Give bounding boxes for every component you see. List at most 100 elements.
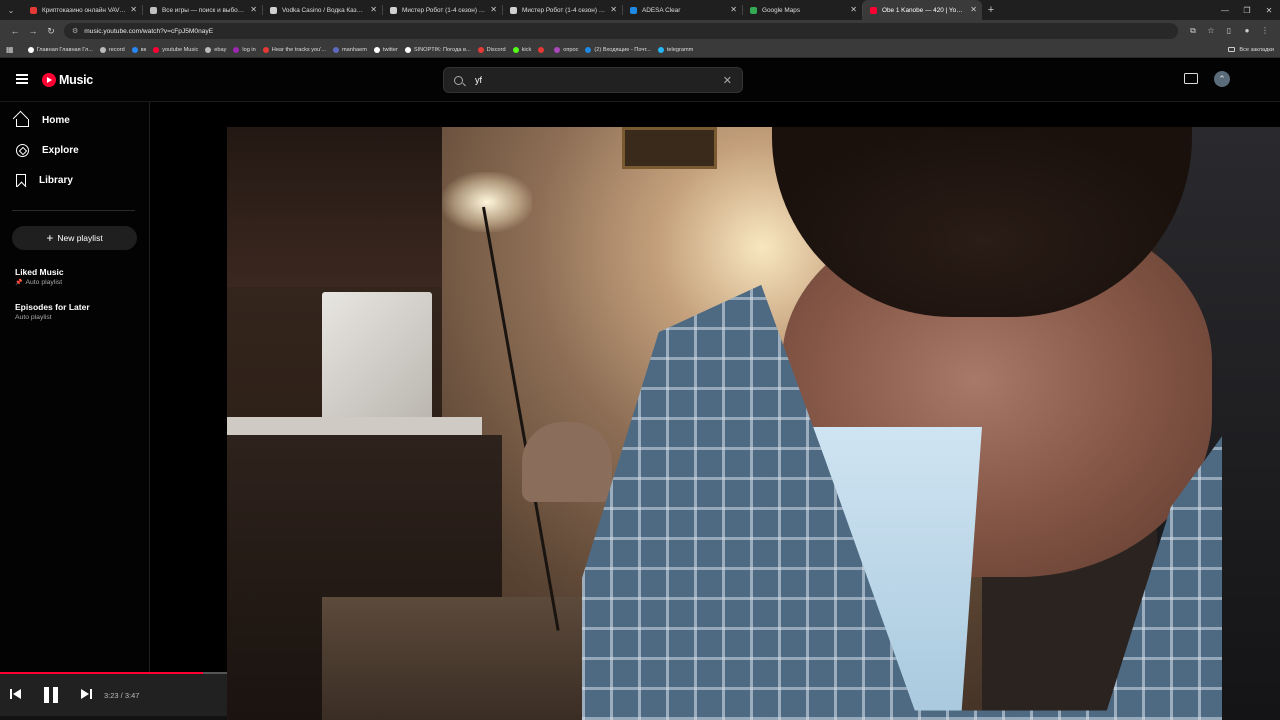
browser-tab[interactable]: ADESA Clear ✕ bbox=[622, 0, 742, 20]
bookmark-label: telegramm bbox=[666, 46, 694, 53]
browser-tab[interactable]: Мистер Робот (1-4 сезон) смо ✕ bbox=[502, 0, 622, 20]
cast-icon[interactable] bbox=[1184, 73, 1198, 84]
sidebar-item-home[interactable]: Home bbox=[16, 114, 70, 127]
pause-icon[interactable] bbox=[43, 687, 59, 703]
tab-search-chevron-icon[interactable]: ⌄ bbox=[0, 0, 22, 20]
bookmark-item[interactable]: record bbox=[99, 46, 125, 53]
reload-icon[interactable]: ↻ bbox=[42, 26, 60, 37]
maximize-icon[interactable]: ❐ bbox=[1236, 6, 1258, 15]
bookmark-label: twitter bbox=[382, 46, 398, 53]
tab-title: ADESA Clear bbox=[642, 6, 681, 14]
avatar[interactable]: ⌃ bbox=[1214, 71, 1230, 87]
sidebar-item-label: Home bbox=[42, 115, 70, 126]
new-playlist-button[interactable]: + New playlist bbox=[12, 226, 137, 250]
tab-close-icon[interactable]: ✕ bbox=[490, 5, 497, 14]
bookmark-item[interactable]: manhaem bbox=[333, 46, 367, 53]
bookmark-item[interactable]: (2) Входящие - Почт... bbox=[585, 46, 651, 53]
tab-close-icon[interactable]: ✕ bbox=[970, 5, 977, 14]
tab-close-icon[interactable]: ✕ bbox=[850, 5, 857, 14]
sidebar-item-explore[interactable]: Explore bbox=[16, 144, 79, 157]
apps-grid-icon[interactable]: ▦ bbox=[6, 45, 14, 54]
tab-favicon-icon bbox=[150, 6, 157, 14]
bookmark-item[interactable]: twitter bbox=[373, 46, 398, 53]
bookmark-item[interactable]: kick bbox=[512, 46, 531, 53]
close-window-icon[interactable]: ✕ bbox=[1258, 6, 1280, 15]
back-arrow-icon[interactable]: ← bbox=[6, 26, 24, 36]
tab-favicon-icon bbox=[870, 6, 877, 14]
tab-close-icon[interactable]: ✕ bbox=[730, 5, 737, 14]
all-bookmarks-label: Все закладки bbox=[1239, 46, 1274, 53]
bookmark-item[interactable]: Главная Главная Гл... bbox=[27, 46, 93, 53]
side-panel-icon[interactable]: ▯ bbox=[1220, 26, 1238, 36]
bookmark-item[interactable]: ebay bbox=[205, 46, 226, 53]
bookmark-label: Hear the tracks you'... bbox=[271, 46, 327, 53]
bookmark-item[interactable]: вк bbox=[131, 46, 146, 53]
bookmark-item[interactable]: telegramm bbox=[657, 46, 694, 53]
bookmark-favicon-icon bbox=[262, 46, 269, 53]
bookmark-favicon-icon bbox=[373, 46, 380, 53]
bookmark-item[interactable]: Discord bbox=[477, 46, 506, 53]
bookmark-star-icon[interactable]: ☆ bbox=[1202, 26, 1220, 36]
bookmark-item[interactable]: Hear the tracks you'... bbox=[262, 46, 327, 53]
bookmark-favicon-icon bbox=[131, 46, 138, 53]
video-scene-counter bbox=[227, 417, 482, 435]
browser-tab[interactable]: Все игры — поиск и выбор и ✕ bbox=[142, 0, 262, 20]
tab-favicon-icon bbox=[390, 6, 397, 14]
profile-icon[interactable]: ● bbox=[1238, 26, 1256, 36]
sidebar-item-library[interactable]: Library bbox=[16, 174, 73, 187]
bookmark-item[interactable]: SINOPTIK: Погода в... bbox=[404, 46, 471, 53]
tab-title: Google Maps bbox=[762, 6, 801, 14]
browser-menu-icon[interactable]: ⋮ bbox=[1256, 26, 1274, 36]
browser-tab[interactable]: Криптоказино онлайн VAVADA ✕ bbox=[22, 0, 142, 20]
video-scene-cabinet bbox=[227, 127, 442, 287]
url-field[interactable]: ⚙ music.youtube.com/watch?v=cFpJ5M0nayE bbox=[64, 23, 1178, 39]
bookmark-label: опрос bbox=[563, 46, 579, 53]
bookmark-item[interactable]: youtube Music bbox=[153, 46, 198, 53]
previous-track-icon[interactable] bbox=[10, 688, 22, 700]
bookmark-favicon-icon bbox=[512, 46, 519, 53]
ytm-header: Music yf ✕ ⌃ bbox=[0, 59, 1280, 102]
bookmark-label: Главная Главная Гл... bbox=[36, 46, 93, 53]
hamburger-menu-icon[interactable] bbox=[16, 74, 28, 84]
bookmark-label: (2) Входящие - Почт... bbox=[594, 46, 651, 53]
tab-close-icon[interactable]: ✕ bbox=[610, 5, 617, 14]
playlist-name: Episodes for Later bbox=[15, 302, 90, 312]
ytm-logo[interactable]: Music bbox=[42, 73, 93, 87]
all-bookmarks[interactable]: Все закладки bbox=[1228, 47, 1274, 53]
browser-tab[interactable]: Мистер Робот (1-4 сезон) смо ✕ bbox=[382, 0, 502, 20]
minimize-icon[interactable]: — bbox=[1214, 6, 1236, 15]
search-box[interactable]: yf ✕ bbox=[443, 67, 743, 93]
playlist-liked-music[interactable]: Liked Music 📌 Auto playlist bbox=[15, 267, 64, 286]
clear-search-icon[interactable]: ✕ bbox=[723, 74, 732, 87]
tab-favicon-icon bbox=[30, 6, 37, 14]
tab-close-icon[interactable]: ✕ bbox=[370, 5, 377, 14]
bookmark-item[interactable] bbox=[538, 46, 547, 53]
video-player[interactable] bbox=[227, 127, 1280, 720]
sidebar-divider bbox=[12, 210, 135, 211]
search-input[interactable]: yf bbox=[475, 75, 723, 85]
bookmark-list: Главная Главная Гл... record вк youtube Mus… bbox=[27, 46, 701, 53]
install-app-icon[interactable]: ⧉ bbox=[1184, 26, 1202, 36]
bookmark-favicon-icon bbox=[477, 46, 484, 53]
browser-tab[interactable]: Google Maps ✕ bbox=[742, 0, 862, 20]
bookmark-favicon-icon bbox=[153, 46, 160, 53]
forward-arrow-icon[interactable]: → bbox=[24, 26, 42, 36]
new-tab-plus-icon[interactable]: + bbox=[982, 4, 1000, 16]
playlist-episodes-for-later[interactable]: Episodes for Later Auto playlist bbox=[15, 302, 90, 321]
tab-favicon-icon bbox=[270, 6, 277, 14]
time-display: 3:23 / 3:47 bbox=[104, 691, 140, 700]
progress-bar[interactable] bbox=[0, 672, 227, 674]
tab-title: Vodka Casino / Водка Казино bbox=[282, 6, 366, 14]
tab-favicon-icon bbox=[510, 6, 517, 14]
browser-tab[interactable]: Obe 1 Kanobe — 420 | YouTube ✕ bbox=[862, 0, 982, 20]
playlist-subtitle-text: Auto playlist bbox=[25, 279, 63, 286]
player-bottom-strip bbox=[0, 716, 227, 720]
next-track-icon[interactable] bbox=[80, 688, 92, 700]
bookmark-icon bbox=[16, 174, 26, 187]
site-info-icon[interactable]: ⚙ bbox=[72, 27, 78, 35]
bookmark-item[interactable]: опрос bbox=[554, 46, 579, 53]
tab-close-icon[interactable]: ✕ bbox=[130, 5, 137, 14]
bookmark-item[interactable]: log in bbox=[233, 46, 256, 53]
browser-tab[interactable]: Vodka Casino / Водка Казино ✕ bbox=[262, 0, 382, 20]
tab-close-icon[interactable]: ✕ bbox=[250, 5, 257, 14]
